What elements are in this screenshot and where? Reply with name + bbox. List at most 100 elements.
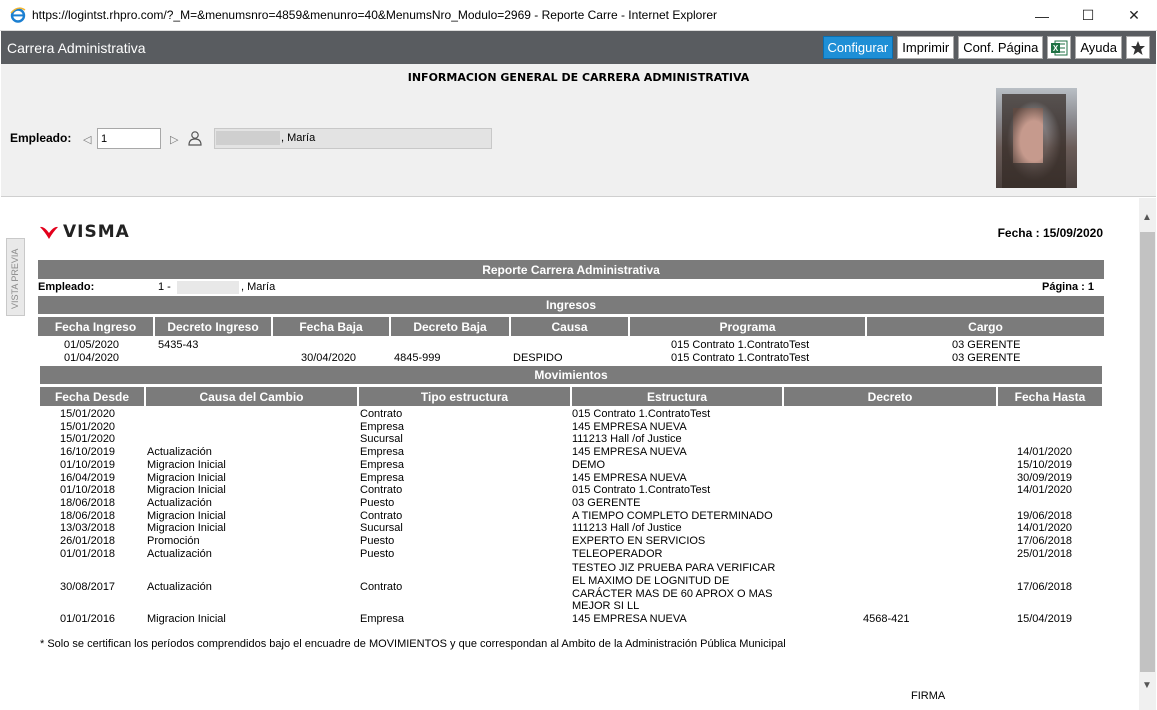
- cell-causa-cambio: Actualización: [147, 547, 212, 560]
- cell-fecha-hasta: 19/06/2018: [1017, 509, 1073, 522]
- visma-logo: VISMA: [39, 222, 130, 242]
- scroll-up-icon[interactable]: ▲: [1142, 212, 1152, 223]
- vertical-scrollbar[interactable]: ▲ ▼: [1139, 198, 1156, 710]
- cell-tipo-estructura: Puesto: [360, 547, 395, 560]
- cell-tipo-estructura: Contrato: [360, 484, 403, 497]
- employee-search-icon[interactable]: [187, 130, 203, 146]
- redacted-surname: [216, 131, 280, 145]
- cell-fecha-hasta: 30/09/2019: [1017, 471, 1073, 484]
- scroll-down-icon[interactable]: ▼: [1142, 680, 1152, 691]
- close-button[interactable]: ✕: [1111, 0, 1157, 31]
- cell-causa: DESPIDO: [513, 352, 563, 364]
- imprimir-button[interactable]: Imprimir: [897, 36, 955, 59]
- cell-fecha-desde: 13/03/2018: [60, 522, 116, 535]
- redacted-surname-report: [177, 281, 239, 294]
- app-header: Carrera Administrativa Configurar Imprim…: [1, 31, 1156, 64]
- filter-panel: INFORMACION GENERAL DE CARRERA ADMINISTR…: [1, 64, 1156, 197]
- cell-estructura: DEMO: [572, 458, 605, 471]
- cell-fecha-hasta: 15/04/2019: [1017, 613, 1073, 625]
- employee-name-field: , María: [214, 128, 492, 149]
- report-employee-name: , María: [241, 281, 276, 293]
- conf-pagina-button[interactable]: Conf. Página: [958, 36, 1044, 59]
- cell-fecha-desde: 15/01/2020: [60, 408, 116, 420]
- cell-fecha-hasta: 14/01/2020: [1017, 484, 1073, 497]
- page-number: Página : 1: [1042, 281, 1094, 293]
- cell-causa-cambio: Migracion Inicial: [147, 509, 226, 522]
- vista-previa-label: VISTA PREVIA: [10, 248, 20, 309]
- cell-fecha-desde: 16/10/2019: [60, 446, 116, 459]
- cell-fecha-ingreso: 01/05/2020: [64, 339, 120, 351]
- movimientos-header: Tipo estructura: [359, 387, 572, 406]
- cell-fecha-desde: 01/01/2016: [60, 613, 116, 625]
- cell-estructura: EXPERTO EN SERVICIOS: [572, 535, 706, 547]
- visma-logo-icon: [40, 226, 58, 239]
- ingresos-header: Programa: [630, 317, 867, 336]
- favorite-button[interactable]: [1126, 36, 1150, 59]
- cell-fecha-desde: 01/10/2019: [60, 458, 116, 471]
- configurar-button[interactable]: Configurar: [822, 36, 894, 59]
- cell-fecha-hasta: 15/10/2019: [1017, 458, 1073, 471]
- cell-tipo-estructura: Sucursal: [360, 433, 403, 446]
- employee-name: , María: [281, 132, 316, 144]
- cell-tipo-estructura: Puesto: [360, 535, 395, 547]
- excel-export-button[interactable]: X: [1047, 36, 1072, 59]
- cell-tipo-estructura: Puesto: [360, 496, 395, 509]
- next-employee-icon[interactable]: ▷: [170, 133, 178, 146]
- movimientos-header: Decreto: [784, 387, 998, 406]
- filter-title: INFORMACION GENERAL DE CARRERA ADMINISTR…: [407, 71, 750, 84]
- minimize-button[interactable]: —: [1019, 0, 1065, 31]
- cell-causa-cambio: Actualización: [147, 496, 212, 509]
- cell-estructura: 145 EMPRESA NUEVA: [572, 613, 687, 625]
- ayuda-button[interactable]: Ayuda: [1075, 36, 1122, 59]
- cell-fecha-desde: 01/10/2018: [60, 484, 116, 497]
- cell-programa: 015 Contrato 1.ContratoTest: [671, 339, 810, 351]
- cell-estructura: TESTEO JIZ PRUEBA PARA VERIFICAR: [572, 562, 776, 574]
- cell-causa-cambio: Migracion Inicial: [147, 522, 226, 535]
- cell-causa-cambio: Actualización: [147, 581, 212, 593]
- maximize-button[interactable]: ☐: [1065, 0, 1111, 31]
- ingresos-header: Fecha Ingreso: [38, 317, 155, 336]
- employee-label: Empleado:: [10, 131, 72, 145]
- ingresos-header: Causa: [511, 317, 630, 336]
- ingresos-header-row: Fecha Ingreso Decreto Ingreso Fecha Baja…: [38, 317, 1104, 336]
- ingresos-header: Decreto Ingreso: [155, 317, 273, 336]
- svg-text:X: X: [1053, 44, 1059, 53]
- cell-tipo-estructura: Sucursal: [360, 522, 403, 535]
- cell-estructura: 015 Contrato 1.ContratoTest: [572, 484, 711, 497]
- cell-tipo-estructura: Empresa: [360, 613, 405, 625]
- cell-tipo-estructura: Empresa: [360, 458, 405, 471]
- cell-decreto-baja: 4845-999: [394, 352, 441, 364]
- ingresos-header: Decreto Baja: [391, 317, 511, 336]
- scrollbar-thumb[interactable]: [1140, 232, 1155, 672]
- movimientos-header-row: Fecha Desde Causa del Cambio Tipo estruc…: [40, 387, 1102, 406]
- employee-photo: [996, 88, 1077, 188]
- movimientos-header: Fecha Desde: [40, 387, 146, 406]
- window-title: https://logintst.rhpro.com/?_M=&menumsnr…: [32, 8, 718, 22]
- ingresos-section-title: Ingresos: [38, 296, 1104, 314]
- cell-fecha-baja: 30/04/2020: [301, 352, 357, 364]
- cell-estructura: 145 EMPRESA NUEVA: [572, 446, 687, 459]
- cell-causa-cambio: Promoción: [147, 535, 200, 547]
- cell-causa-cambio: Migracion Inicial: [147, 613, 226, 625]
- cell-estructura: 111213 Hall /of Justice: [572, 433, 682, 446]
- cell-fecha-desde: 15/01/2020: [60, 433, 116, 446]
- cell-fecha-hasta: 25/01/2018: [1017, 547, 1073, 560]
- vista-previa-tab[interactable]: VISTA PREVIA: [6, 238, 25, 316]
- cell-estructura: EL MAXIMO DE LOGNITUD DE: [572, 575, 730, 587]
- cell-cargo: 03 GERENTE: [952, 339, 1021, 351]
- cell-causa-cambio: Migracion Inicial: [147, 484, 226, 497]
- previous-employee-icon[interactable]: ◁: [83, 133, 91, 146]
- firma-label: FIRMA: [911, 690, 946, 702]
- cell-tipo-estructura: Contrato: [360, 408, 403, 420]
- report-employee-prefix: 1 -: [158, 281, 171, 293]
- report-title: Reporte Carrera Administrativa: [38, 260, 1104, 279]
- cell-causa-cambio: Actualización: [147, 446, 212, 459]
- cell-fecha-hasta: 14/01/2020: [1017, 522, 1073, 535]
- cell-estructura: CARÁCTER MAS DE 60 APROX O MAS: [572, 588, 773, 600]
- cell-fecha-desde: 15/01/2020: [60, 420, 116, 433]
- window-title-bar: https://logintst.rhpro.com/?_M=&menumsnr…: [0, 0, 1157, 31]
- employee-input[interactable]: [97, 128, 161, 149]
- cell-estructura: 145 EMPRESA NUEVA: [572, 420, 687, 433]
- cell-fecha-hasta: 17/06/2018: [1017, 535, 1073, 547]
- report-employee-label: Empleado:: [38, 281, 95, 293]
